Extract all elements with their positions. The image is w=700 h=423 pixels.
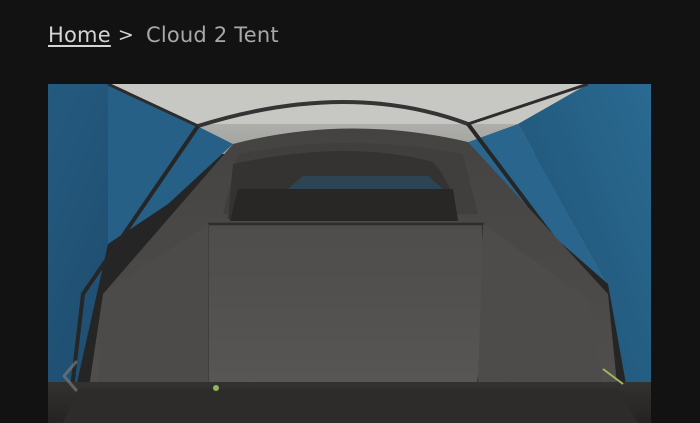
breadcrumb-separator: > — [117, 24, 134, 46]
product-page: Home > Cloud 2 Tent — [0, 0, 700, 423]
breadcrumb-home-link[interactable]: Home — [48, 23, 111, 47]
breadcrumb-current-page: Cloud 2 Tent — [145, 23, 279, 47]
tent-interior-illustration — [48, 84, 651, 423]
chevron-left-icon[interactable] — [58, 358, 82, 394]
product-image[interactable] — [48, 84, 651, 423]
breadcrumb: Home > Cloud 2 Tent — [48, 20, 279, 50]
